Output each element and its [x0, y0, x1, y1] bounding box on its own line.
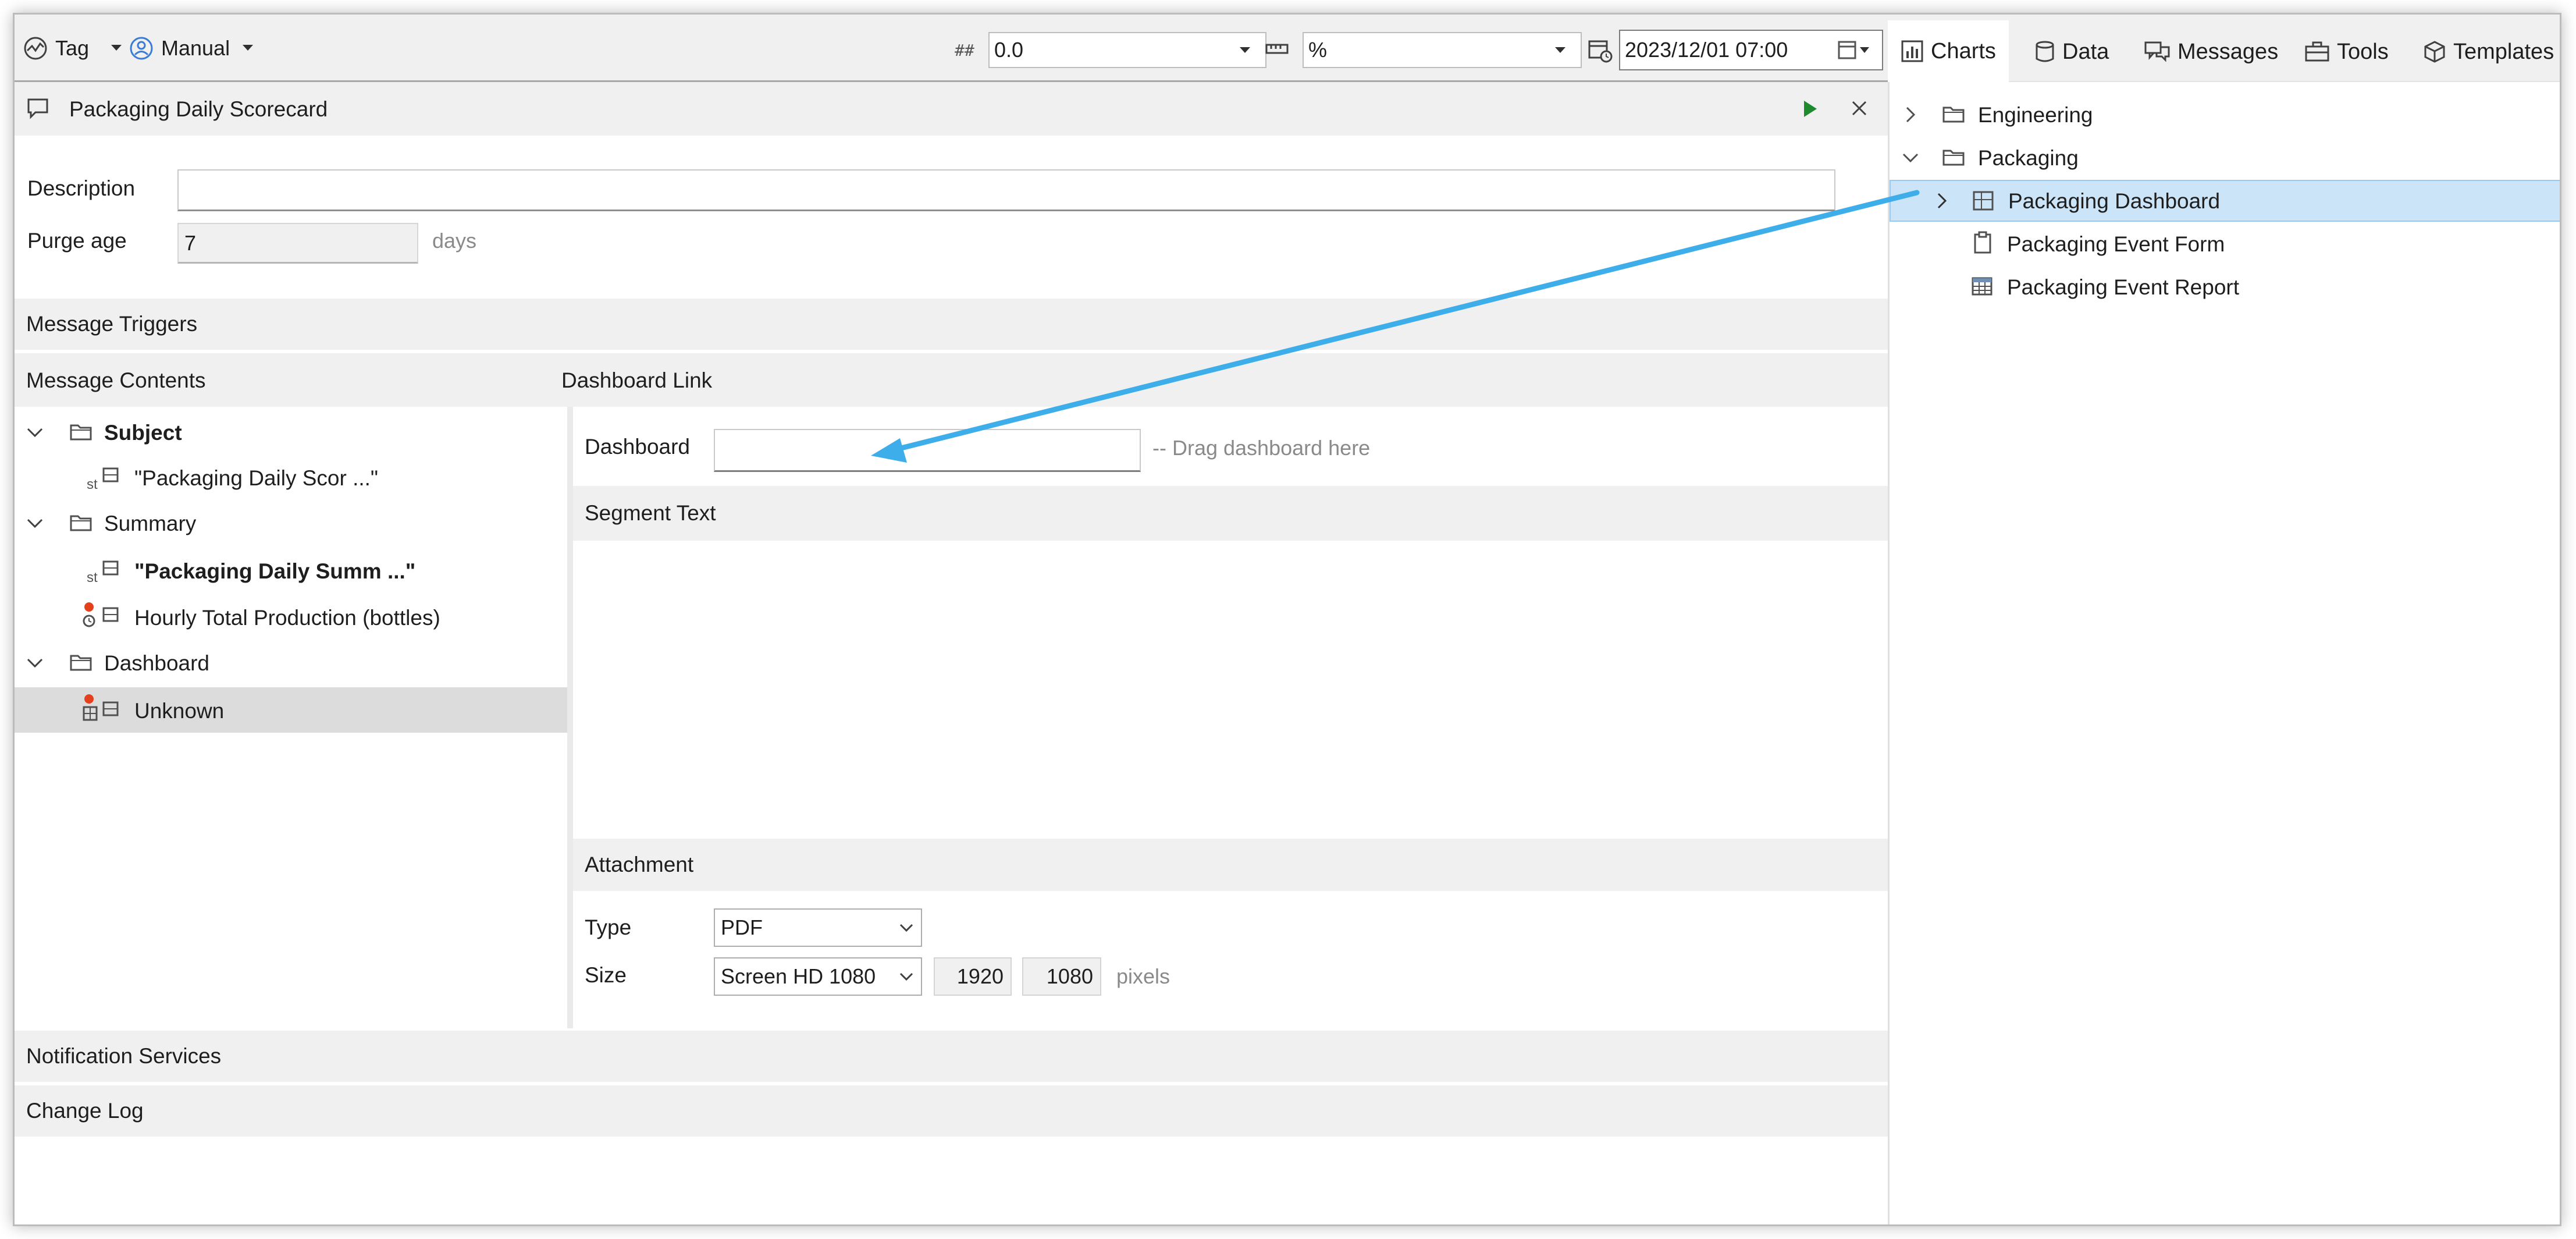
drag-arrow-icon: [871, 190, 1920, 463]
app-window: Tag Manual ## 0.0 % 2023/12/01 07:00 Cha…: [13, 13, 2561, 1226]
